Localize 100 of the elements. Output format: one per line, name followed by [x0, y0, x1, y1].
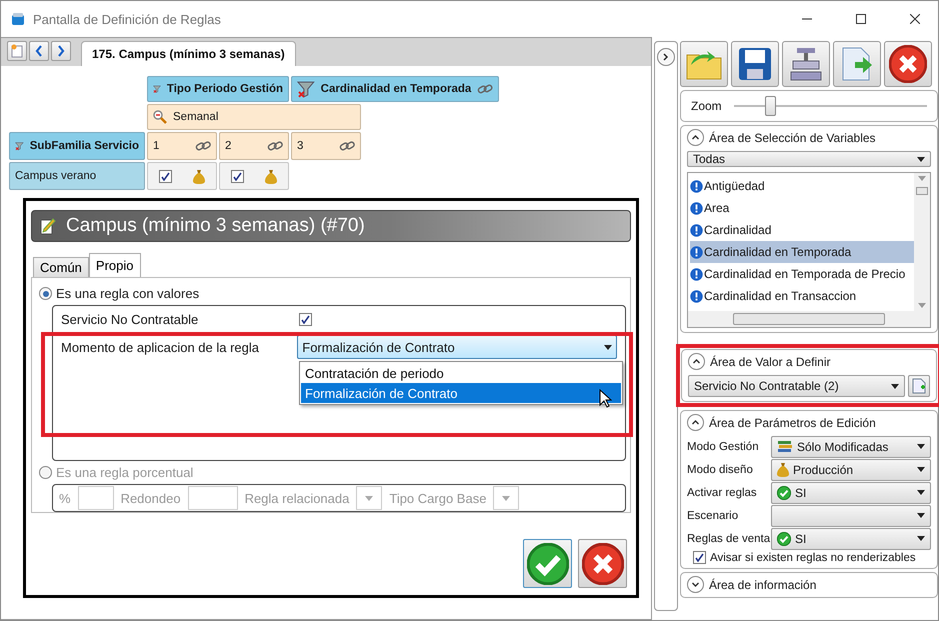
- press-button[interactable]: [782, 41, 830, 87]
- press-icon: [789, 46, 823, 82]
- list-item[interactable]: Cardinalidad en Transaccion: [690, 285, 914, 307]
- money-bag-icon: [265, 168, 278, 184]
- expander-header[interactable]: Área de Selección de Variables: [687, 129, 876, 146]
- cell-text: 3: [297, 140, 304, 152]
- book-stack-icon: [777, 440, 793, 454]
- row-header-label: SubFamilia Servicio: [30, 140, 139, 152]
- app-icon: [11, 12, 25, 26]
- tab[interactable]: Común: [33, 257, 89, 277]
- dropdown[interactable]: [771, 504, 931, 526]
- caret-icon: [917, 156, 925, 162]
- cell-text: 1: [153, 140, 160, 152]
- checkbox-label: Avisar si existen reglas no renderizables: [710, 552, 916, 564]
- chain-link-icon: [477, 83, 493, 95]
- confirm-button[interactable]: [523, 539, 572, 588]
- save-button[interactable]: [731, 41, 779, 87]
- expander-header[interactable]: Área de Parámetros de Edición: [687, 414, 876, 431]
- dropdown[interactable]: Producción: [771, 458, 931, 480]
- caret-icon: [917, 490, 925, 495]
- document-plus-icon: [912, 378, 926, 394]
- caret-icon: [604, 344, 612, 350]
- dropdown[interactable]: Servicio No Contratable (2): [688, 375, 905, 397]
- expander-header[interactable]: Área de información: [687, 576, 816, 593]
- close-button[interactable]: [884, 41, 932, 87]
- field-label: Modo diseño: [687, 464, 754, 476]
- info-icon: [690, 246, 703, 258]
- expander-header[interactable]: Área de Valor a Definir: [688, 353, 831, 370]
- dropdown[interactable]: Todas: [687, 151, 931, 167]
- radio-button[interactable]: [39, 287, 52, 300]
- caret-icon: [918, 303, 926, 308]
- tab[interactable]: Propio: [88, 253, 140, 277]
- money-bag-icon: [193, 168, 206, 184]
- checkbox[interactable]: [230, 170, 244, 182]
- list-item[interactable]: Cardinalidad en Temporada: [690, 241, 914, 263]
- expand-button[interactable]: [657, 48, 675, 66]
- caret-icon: [918, 176, 926, 181]
- maximize-icon: [856, 14, 866, 24]
- chevron-right-icon: [663, 53, 669, 61]
- dropdown[interactable]: Formalización de Contrato: [297, 335, 617, 359]
- new-document-button[interactable]: [7, 41, 27, 61]
- chain-link-icon: [267, 140, 283, 152]
- expand-icon[interactable]: [687, 576, 704, 593]
- minimize-icon: [802, 18, 812, 20]
- dropdown[interactable]: SI: [771, 528, 931, 550]
- caret-icon: [502, 496, 510, 501]
- info-icon: [690, 224, 703, 236]
- collapse-icon[interactable]: [688, 353, 705, 370]
- list-item[interactable]: Cardinalidad: [690, 219, 914, 241]
- field-label: Escenario: [687, 510, 740, 522]
- field-label: Tipo Cargo Base: [389, 490, 486, 506]
- column-header-label: Cardinalidad en Temporada: [320, 83, 472, 95]
- checkbox[interactable]: [299, 313, 312, 326]
- column-header[interactable]: Cardinalidad en Temporada: [291, 76, 499, 102]
- dropdown[interactable]: Sólo Modificadas: [771, 436, 931, 458]
- info-icon: [690, 202, 703, 214]
- field-label: Reglas de venta: [687, 532, 771, 544]
- caret-icon: [917, 444, 925, 449]
- field-label: Regla relacionada: [244, 490, 350, 506]
- checkbox[interactable]: [693, 551, 706, 564]
- info-icon: [690, 180, 703, 192]
- field-label: Momento de aplicacion de la regla: [61, 340, 260, 354]
- cancel-button[interactable]: [578, 539, 627, 588]
- forward-button[interactable]: [51, 41, 71, 61]
- caret-icon: [917, 467, 925, 472]
- money-bag-icon: [777, 462, 789, 477]
- add-document-button[interactable]: [908, 375, 930, 397]
- zoom-label: Zoom: [691, 99, 722, 113]
- input-field[interactable]: [188, 486, 238, 510]
- column-header[interactable]: Tipo Periodo Gestión: [147, 76, 289, 102]
- dropdown-option[interactable]: Formalización de Contrato: [301, 383, 621, 403]
- info-icon: [690, 290, 703, 302]
- dialog-title: Campus (mínimo 3 semanas) (#70): [66, 215, 365, 237]
- collapse-icon[interactable]: [687, 129, 704, 146]
- row-label: Campus verano: [9, 162, 145, 190]
- row-header[interactable]: SubFamilia Servicio: [9, 132, 145, 160]
- slider-thumb[interactable]: [765, 96, 776, 116]
- caret-icon: [365, 496, 374, 501]
- list-item[interactable]: Cardinalidad en Temporada de Precio: [690, 263, 914, 285]
- info-icon: [690, 268, 703, 280]
- radio-label: Es una regla con valores: [56, 286, 200, 301]
- chevron-right-icon: [57, 45, 65, 57]
- checkbox[interactable]: [158, 170, 172, 182]
- list-item[interactable]: Area: [690, 197, 914, 219]
- window-title: Pantalla de Definición de Reglas: [33, 12, 222, 26]
- collapse-icon[interactable]: [687, 414, 704, 431]
- document-icon: [11, 44, 23, 58]
- field-label: Redondeo: [120, 490, 181, 506]
- field-label: %: [59, 490, 71, 506]
- column-header-label: Tipo Periodo Gestión: [166, 83, 283, 95]
- caret-icon: [891, 384, 899, 388]
- cell-text: Semanal: [173, 111, 220, 123]
- magnifier-icon: [153, 110, 167, 124]
- list-item[interactable]: Antigüedad: [690, 175, 914, 197]
- back-button[interactable]: [29, 41, 49, 61]
- input-field[interactable]: [78, 486, 114, 510]
- chain-link-icon: [195, 140, 211, 152]
- dropdown[interactable]: SI: [771, 482, 931, 504]
- document-tab[interactable]: 175. Campus (mínimo 3 semanas): [81, 41, 296, 66]
- funnel-icon: [297, 80, 315, 98]
